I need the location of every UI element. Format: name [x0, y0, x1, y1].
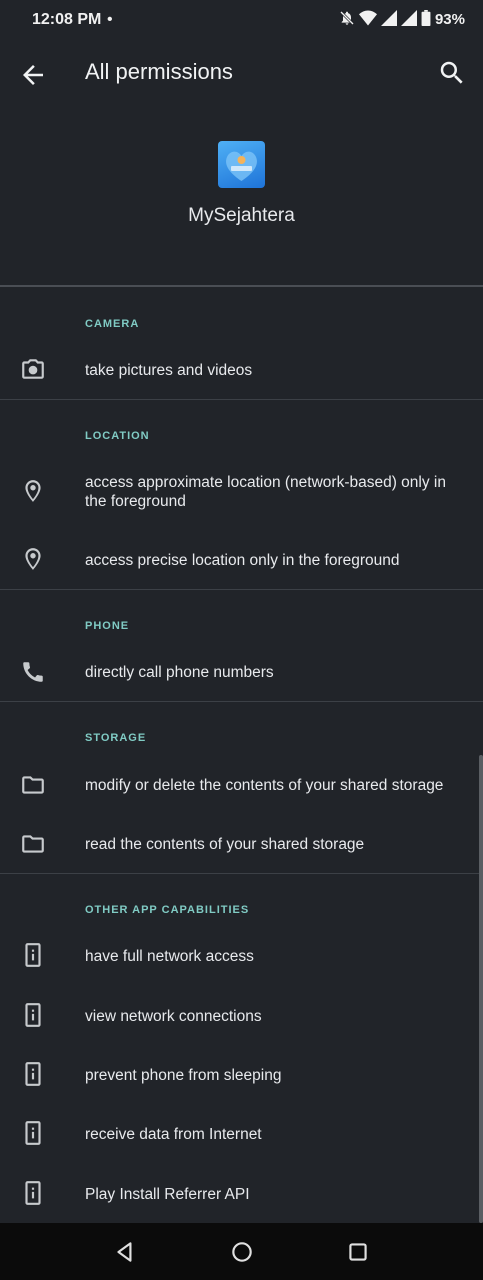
permission-item[interactable]: access precise location only in the fore…: [0, 530, 483, 588]
device-info-icon: [25, 1062, 41, 1086]
permission-item[interactable]: have full network access: [0, 926, 483, 984]
permission-label: access precise location only in the fore…: [85, 552, 400, 569]
folder-icon: [22, 835, 44, 853]
permission-item[interactable]: access approximate location (network-bas…: [0, 460, 483, 528]
permission-label: directly call phone numbers: [85, 664, 274, 681]
permission-item[interactable]: directly call phone numbers: [0, 642, 483, 700]
notification-dot: •: [107, 11, 113, 28]
section-divider: [0, 701, 483, 702]
search-icon: [440, 61, 463, 84]
status-bar: 12:08 PM • 93%: [0, 0, 483, 38]
app-icon: [218, 141, 265, 188]
search-button[interactable]: [437, 58, 467, 88]
device-info-icon: [25, 1181, 41, 1205]
status-icons: [339, 10, 431, 26]
permission-item[interactable]: receive data from Internet: [0, 1104, 483, 1162]
permission-label: Play Install Referrer API: [85, 1186, 250, 1203]
wifi-icon: [359, 10, 377, 26]
arrow-back-icon: [23, 65, 43, 85]
app-bar: All permissions: [0, 38, 483, 108]
device-info-icon: [25, 1121, 41, 1145]
permission-item[interactable]: modify or delete the contents of your sh…: [0, 755, 483, 813]
permission-label: take pictures and videos: [85, 362, 253, 379]
device-info-icon: [25, 943, 41, 967]
app-name: MySejahtera: [188, 205, 295, 226]
folder-icon: [22, 776, 44, 794]
signal-icon: [401, 10, 417, 26]
section-divider: [0, 589, 483, 590]
permission-label: modify or delete the contents of your sh…: [85, 777, 444, 794]
back-button[interactable]: [18, 60, 48, 90]
permission-label: have full network access: [85, 948, 254, 965]
camera-icon: [22, 359, 44, 379]
mute-icon: [340, 11, 354, 25]
permission-label: read the contents of your shared storage: [85, 836, 365, 853]
home-circle-icon: [232, 1242, 252, 1262]
battery-percent: 93%: [434, 11, 465, 28]
back-triangle-icon: [117, 1242, 132, 1262]
permission-item[interactable]: view network connections: [0, 986, 483, 1044]
nav-recents-button[interactable]: [345, 1239, 371, 1265]
section-divider: [0, 873, 483, 874]
permission-item[interactable]: prevent phone from sleeping: [0, 1045, 483, 1103]
recents-square-icon: [349, 1243, 367, 1261]
phone-icon: [23, 662, 43, 682]
permission-item[interactable]: Play Install Referrer API: [0, 1164, 483, 1222]
page-title: All permissions: [85, 59, 233, 84]
nav-back-button[interactable]: [112, 1239, 138, 1265]
device-info-icon: [25, 1003, 41, 1027]
permission-item[interactable]: read the contents of your shared storage: [0, 814, 483, 872]
section-header-storage: STORAGE: [85, 732, 147, 744]
section-divider: [0, 399, 483, 400]
status-time: 12:08 PM: [32, 11, 102, 28]
permission-label: receive data from Internet: [85, 1126, 262, 1143]
section-header-location: LOCATION: [85, 430, 150, 442]
permission-item[interactable]: take pictures and videos: [0, 340, 483, 398]
location-pin-icon: [25, 548, 41, 570]
battery-icon: [421, 10, 431, 26]
section-header-other: OTHER APP CAPABILITIES: [85, 904, 250, 916]
nav-home-button[interactable]: [229, 1239, 255, 1265]
permission-label: view network connections: [85, 1008, 262, 1025]
section-header-phone: PHONE: [85, 620, 130, 632]
header-divider: [0, 285, 483, 287]
section-header-camera: CAMERA: [85, 318, 140, 330]
navigation-bar: [0, 1223, 483, 1280]
location-pin-icon: [25, 480, 41, 502]
permission-label: access approximate location (network-bas…: [85, 474, 446, 510]
signal-icon: [381, 10, 397, 26]
permission-label: prevent phone from sleeping: [85, 1067, 282, 1084]
scrollbar[interactable]: [479, 755, 483, 1223]
